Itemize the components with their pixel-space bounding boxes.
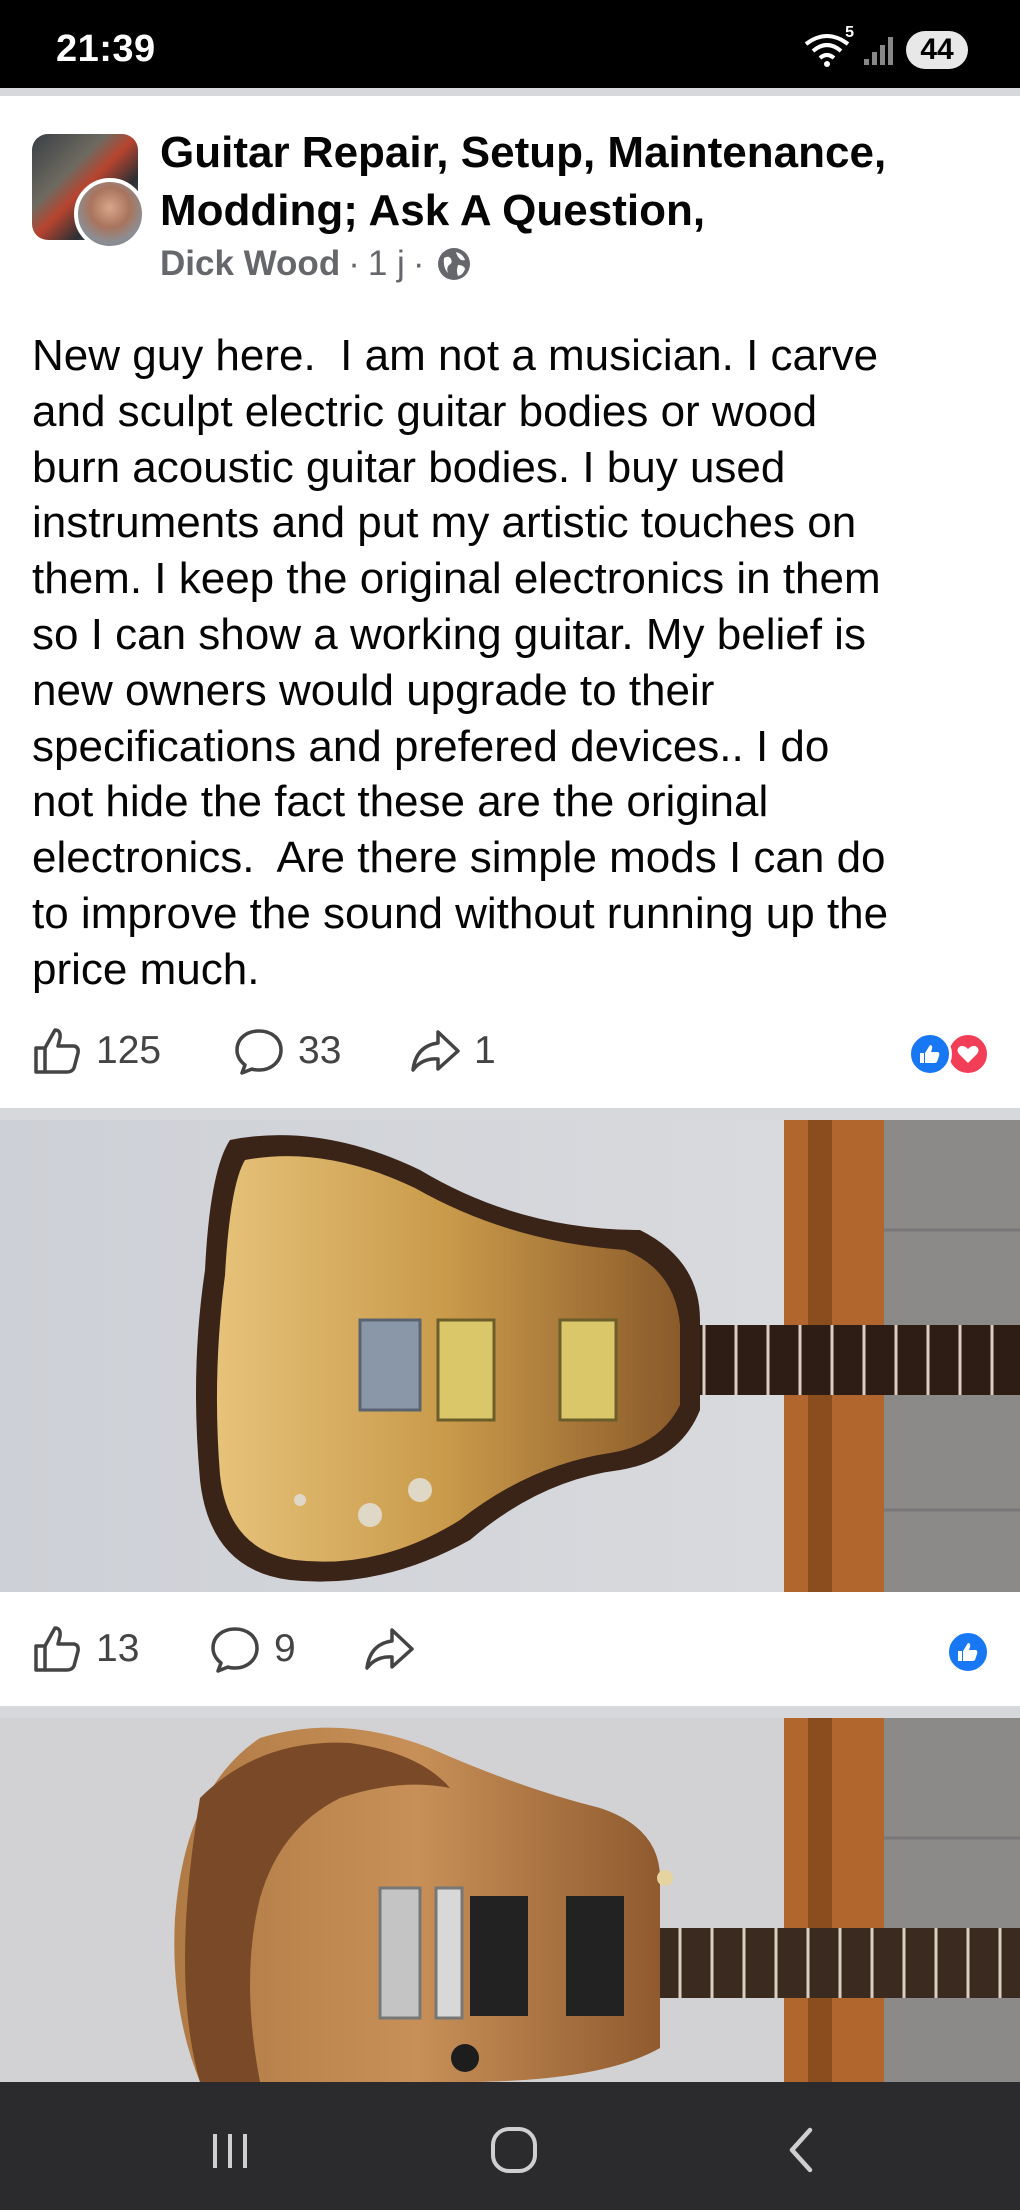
share-icon <box>365 1628 414 1670</box>
post-separator <box>0 1108 1020 1120</box>
globe-icon <box>436 246 472 282</box>
like-reaction-icon <box>946 1630 990 1674</box>
post-photo[interactable] <box>0 1718 1020 2082</box>
status-icons: 5 44 <box>802 24 968 70</box>
photo-reaction-summary[interactable] <box>946 1630 990 1674</box>
photo-comment-button[interactable]: 9 <box>208 1622 296 1676</box>
post-photo[interactable] <box>0 1120 1020 1592</box>
status-bar: 21:39 5 44 <box>0 0 1020 88</box>
recents-icon[interactable] <box>200 2120 260 2180</box>
system-nav-bar <box>0 2082 1020 2210</box>
back-icon[interactable] <box>772 2120 832 2180</box>
photo-separator <box>0 1706 1020 1718</box>
author-name[interactable]: Dick Wood <box>160 244 340 284</box>
like-count: 125 <box>96 1029 162 1072</box>
post-header: Guitar Repair, Setup, Maintenance, Moddi… <box>0 96 1020 316</box>
thumbs-up-icon <box>34 1626 80 1672</box>
like-reaction-icon <box>908 1032 952 1076</box>
post-text: New guy here. I am not a musician. I car… <box>32 331 889 994</box>
photo-action-row: 13 9 <box>0 1604 1020 1694</box>
reaction-summary[interactable] <box>908 1032 990 1076</box>
comment-icon <box>211 1627 259 1673</box>
post-meta: Dick Wood · 1 j · <box>160 244 472 284</box>
thumbs-up-icon <box>34 1028 80 1074</box>
wifi-icon: 5 <box>802 24 854 70</box>
share-button[interactable]: 1 <box>408 1024 496 1078</box>
group-name[interactable]: Guitar Repair, Setup, Maintenance, Moddi… <box>160 124 980 240</box>
comment-count: 33 <box>298 1029 342 1072</box>
comment-button[interactable]: 33 <box>232 1024 341 1078</box>
home-icon[interactable] <box>484 2120 544 2180</box>
post-action-row: 125 33 1 <box>0 1006 1020 1096</box>
network-badge: 5 <box>845 24 854 41</box>
photo-share-button[interactable] <box>362 1622 428 1676</box>
photo-comment-count: 9 <box>274 1627 296 1670</box>
guitar-photo-image <box>0 1718 1020 2082</box>
avatar-group[interactable] <box>32 134 146 250</box>
post-time[interactable]: 1 j <box>368 244 405 284</box>
meta-separator: · <box>348 244 360 283</box>
user-avatar[interactable] <box>74 178 146 250</box>
guitar-photo-image <box>0 1120 1020 1592</box>
photo-like-button[interactable]: 13 <box>30 1622 139 1676</box>
share-count: 1 <box>474 1029 496 1072</box>
share-icon <box>411 1030 460 1072</box>
battery-icon: 44 <box>906 31 968 69</box>
love-reaction-icon <box>946 1032 990 1076</box>
status-time: 21:39 <box>56 28 156 70</box>
comment-icon <box>235 1029 283 1075</box>
photo-like-count: 13 <box>96 1627 140 1670</box>
top-divider <box>0 88 1020 96</box>
like-button[interactable]: 125 <box>30 1024 161 1078</box>
meta-separator: · <box>412 244 425 283</box>
signal-icon <box>862 33 896 67</box>
